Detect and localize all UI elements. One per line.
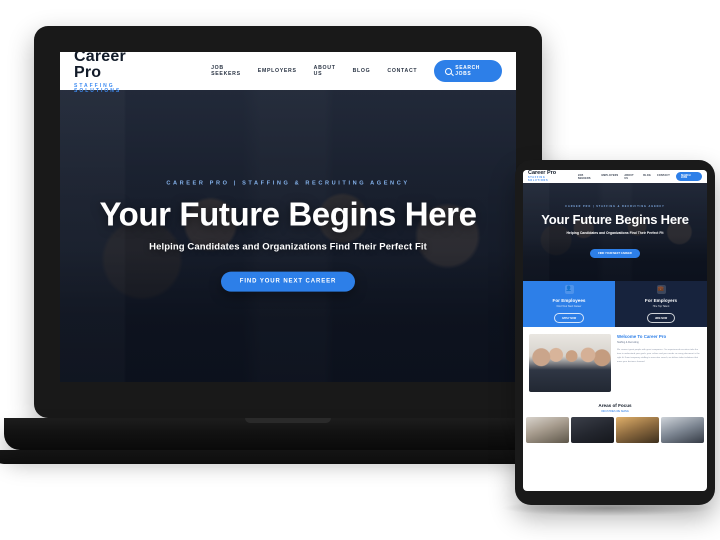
nav-item-employers[interactable]: EMPLOYERS	[258, 68, 297, 74]
briefcase-icon: 💼	[656, 284, 666, 294]
focus-card-1[interactable]	[526, 417, 569, 443]
audience-panels: 👤 For Employees Find Your Next Career AP…	[523, 281, 707, 327]
tablet-nav-item-job-seekers[interactable]: JOB SEEKERS	[578, 174, 596, 180]
nav-item-job-seekers[interactable]: JOB SEEKERS	[211, 65, 241, 77]
panel-employers-title: For Employers	[644, 297, 678, 303]
welcome-team-photo	[529, 334, 611, 392]
welcome-section: Welcome To Career Pro Staffing & Recruit…	[523, 327, 707, 399]
tablet-logo-tagline: STAFFING SOLUTIONS	[528, 176, 549, 182]
tablet-nav-item-blog[interactable]: BLOG	[643, 174, 651, 180]
laptop-screen: Career Pro STAFFING SOLUTIONS JOB SEEKER…	[60, 52, 516, 382]
logo-tagline: STAFFING SOLUTIONS	[74, 82, 122, 94]
logo-name: Career Pro	[74, 52, 126, 81]
tablet-hero-headline: Your Future Begins Here	[541, 212, 689, 227]
focus-card-2-image	[571, 417, 614, 443]
panel-employees-button[interactable]: APPLY NOW	[553, 313, 585, 324]
nav-links: JOB SEEKERS EMPLOYERS ABOUT US BLOG CONT…	[211, 65, 417, 77]
tablet-hero-eyebrow: CAREER PRO | STAFFING & RECRUITING AGENC…	[565, 205, 665, 208]
tablet-nav-item-contact[interactable]: CONTACT	[657, 174, 670, 180]
hero-headline: Your Future Begins Here	[99, 195, 477, 233]
laptop-foot	[0, 450, 586, 464]
panel-for-employers[interactable]: 💼 For Employers Hire Top Talent HIRE NOW	[615, 281, 707, 327]
nav-item-contact[interactable]: CONTACT	[387, 68, 417, 74]
welcome-title-accent: Career Pro	[643, 334, 667, 339]
focus-card-4-image	[661, 417, 704, 443]
user-icon: 👤	[564, 284, 574, 294]
laptop-base	[4, 418, 572, 450]
welcome-body: We connect great people with great compa…	[617, 349, 700, 364]
welcome-photo-image	[529, 334, 611, 392]
site-navbar: Career Pro STAFFING SOLUTIONS JOB SEEKER…	[60, 52, 516, 93]
panel-employees-title: For Employees	[552, 297, 586, 303]
tablet-logo[interactable]: Career Pro STAFFING SOLUTIONS	[528, 170, 566, 182]
nav-item-about-us[interactable]: ABOUT US	[314, 65, 336, 77]
focus-title: Areas of Focus	[598, 403, 632, 408]
hero-section: CAREER PRO | STAFFING & RECRUITING AGENC…	[60, 90, 516, 382]
focus-subtitle: INDUSTRIES WE SERVE	[601, 410, 629, 413]
welcome-text-block: Welcome To Career Pro Staffing & Recruit…	[617, 334, 701, 392]
panel-employees-text: Find Your Next Career	[556, 305, 582, 309]
focus-card-3[interactable]	[616, 417, 659, 443]
search-jobs-button[interactable]: SEARCH JOBS	[434, 60, 502, 82]
panel-employers-button[interactable]: HIRE NOW	[646, 313, 676, 324]
tablet-nav-item-about-us[interactable]: ABOUT US	[624, 174, 637, 180]
tablet-hero-section: CAREER PRO | STAFFING & RECRUITING AGENC…	[523, 183, 707, 281]
focus-card-3-image	[616, 417, 659, 443]
hero-subheadline: Helping Candidates and Organizations Fin…	[149, 241, 427, 253]
focus-card-1-image	[526, 417, 569, 443]
tablet-device: Career Pro STAFFING SOLUTIONS JOB SEEKER…	[515, 160, 715, 505]
search-jobs-label: SEARCH JOBS	[455, 65, 480, 77]
tablet-hero-content: CAREER PRO | STAFFING & RECRUITING AGENC…	[523, 205, 707, 259]
welcome-title: Welcome To Career Pro	[617, 334, 701, 339]
laptop-device: Career Pro STAFFING SOLUTIONS JOB SEEKER…	[0, 26, 586, 464]
focus-card-4[interactable]	[661, 417, 704, 443]
tablet-navbar: Career Pro STAFFING SOLUTIONS JOB SEEKER…	[523, 170, 707, 183]
hero-eyebrow: CAREER PRO | STAFFING & RECRUITING AGENC…	[166, 180, 410, 187]
tablet-nav-item-employers[interactable]: EMPLOYERS	[602, 174, 619, 180]
focus-section: Areas of Focus INDUSTRIES WE SERVE	[523, 399, 707, 443]
welcome-subtitle: Staffing & Recruiting	[617, 341, 639, 344]
desktop-website: Career Pro STAFFING SOLUTIONS JOB SEEKER…	[60, 52, 516, 382]
hero-cta-button[interactable]: FIND YOUR NEXT CAREER	[220, 271, 356, 292]
focus-card-row	[523, 417, 707, 443]
tablet-nav-links: JOB SEEKERS EMPLOYERS ABOUT US BLOG CONT…	[578, 174, 670, 180]
focus-card-2[interactable]	[571, 417, 614, 443]
welcome-title-prefix: Welcome To	[617, 334, 644, 339]
mockup-stage: Career Pro STAFFING SOLUTIONS JOB SEEKER…	[0, 0, 720, 540]
site-logo[interactable]: Career Pro STAFFING SOLUTIONS	[74, 52, 153, 94]
hero-content: CAREER PRO | STAFFING & RECRUITING AGENC…	[60, 181, 516, 292]
nav-item-blog[interactable]: BLOG	[353, 68, 371, 74]
search-icon	[445, 67, 453, 75]
tablet-hero-cta-button[interactable]: FIND YOUR NEXT CAREER	[590, 249, 640, 258]
panel-employers-text: Hire Top Talent	[652, 305, 670, 309]
tablet-screen: Career Pro STAFFING SOLUTIONS JOB SEEKER…	[523, 170, 707, 491]
tablet-hero-subheadline: Helping Candidates and Organizations Fin…	[566, 231, 664, 235]
panel-for-employees[interactable]: 👤 For Employees Find Your Next Career AP…	[523, 281, 615, 327]
tablet-search-jobs-button[interactable]: SEARCH JOBS	[675, 172, 702, 181]
